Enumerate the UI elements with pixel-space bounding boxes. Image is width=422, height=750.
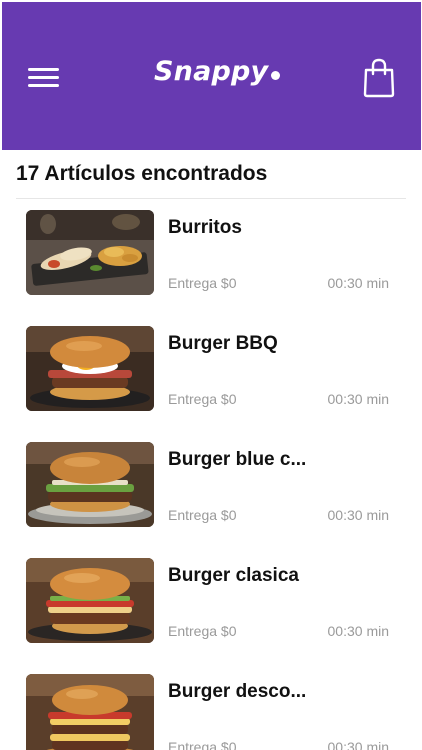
logo-text: Snappy bbox=[154, 56, 269, 87]
product-card-burger-bbq[interactable]: Burger BBQ Entrega $0 00:30 min bbox=[0, 316, 422, 432]
hamburger-menu-icon[interactable] bbox=[28, 66, 60, 90]
delivery-time: 00:30 min bbox=[327, 275, 389, 291]
divider bbox=[16, 198, 406, 199]
delivery-price: Entrega $0 bbox=[168, 623, 237, 639]
product-name: Burger BBQ bbox=[168, 333, 278, 354]
burger-descomunal-photo bbox=[26, 674, 154, 750]
delivery-time: 00:30 min bbox=[327, 391, 389, 407]
app-screen: Snappy 17 Artículos encontrados Burritos… bbox=[0, 0, 422, 750]
burger-bbq-photo bbox=[26, 326, 154, 411]
product-card-burger-clasica[interactable]: Burger clasica Entrega $0 00:30 min bbox=[0, 548, 422, 664]
product-name: Burger blue c... bbox=[168, 449, 307, 470]
product-card-burger-blue-cheese[interactable]: Burger blue c... Entrega $0 00:30 min bbox=[0, 432, 422, 548]
product-name: Burritos bbox=[168, 217, 242, 238]
product-card-burritos[interactable]: Burritos Entrega $0 00:30 min bbox=[0, 200, 422, 316]
delivery-price: Entrega $0 bbox=[168, 275, 237, 291]
product-card-burger-descomunal[interactable]: Burger desco... Entrega $0 00:30 min bbox=[0, 664, 422, 750]
product-name: Burger desco... bbox=[168, 681, 307, 702]
delivery-time: 00:30 min bbox=[327, 507, 389, 523]
burger-clasica-photo bbox=[26, 558, 154, 643]
shopping-bag-icon[interactable] bbox=[362, 58, 396, 98]
delivery-price: Entrega $0 bbox=[168, 507, 237, 523]
burger-blue-cheese-photo bbox=[26, 442, 154, 527]
delivery-price: Entrega $0 bbox=[168, 391, 237, 407]
logo-dot bbox=[271, 71, 281, 80]
results-count-title: 17 Artículos encontrados bbox=[16, 162, 268, 185]
burritos-photo bbox=[26, 210, 154, 295]
app-logo: Snappy bbox=[154, 56, 281, 100]
delivery-time: 00:30 min bbox=[327, 739, 389, 750]
delivery-price: Entrega $0 bbox=[168, 739, 237, 750]
delivery-time: 00:30 min bbox=[327, 623, 389, 639]
product-list: Burritos Entrega $0 00:30 min Burger BBQ… bbox=[0, 200, 422, 750]
product-name: Burger clasica bbox=[168, 565, 299, 586]
top-bar: Snappy bbox=[2, 2, 421, 150]
